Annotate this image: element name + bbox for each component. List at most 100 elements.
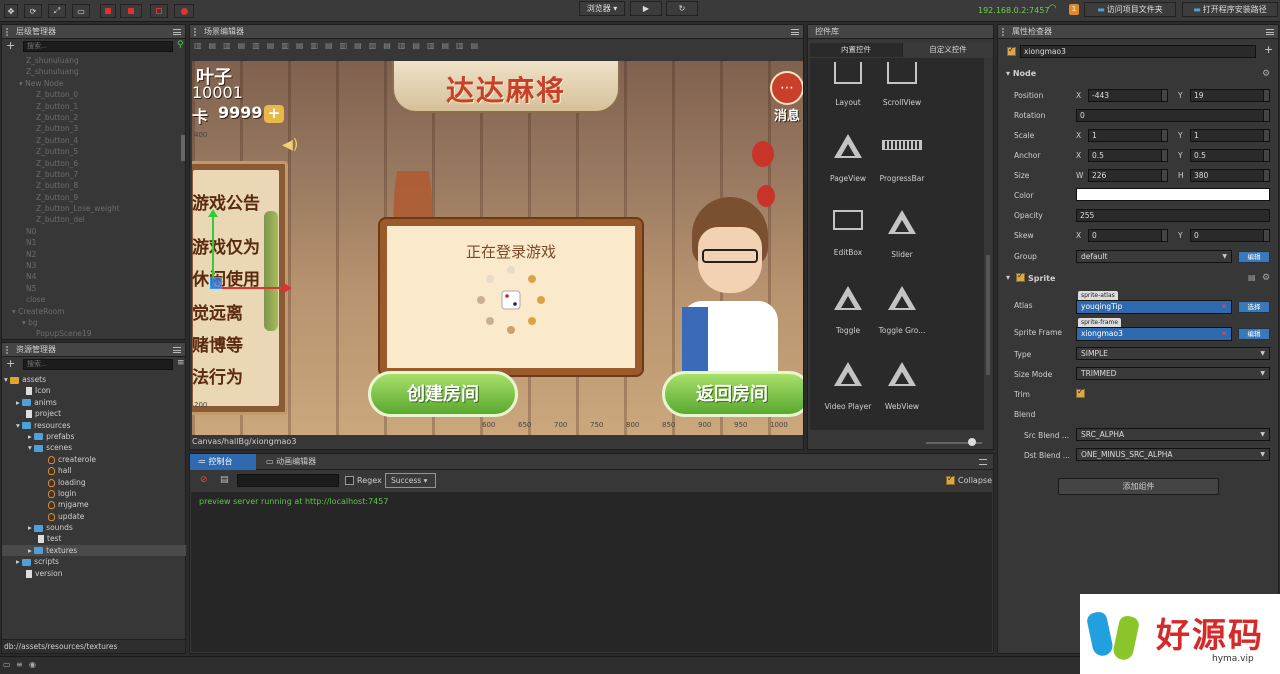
size-mode-select[interactable]: TRIMMED xyxy=(1076,367,1270,380)
tree-item[interactable]: N2 xyxy=(2,249,182,260)
panel-menu-icon[interactable] xyxy=(791,28,799,35)
regex-checkbox[interactable] xyxy=(345,476,354,485)
tree-item[interactable]: hall xyxy=(2,465,186,476)
src-blend-select[interactable]: SRC_ALPHA xyxy=(1076,428,1270,441)
tree-item[interactable]: N4 xyxy=(2,271,182,282)
tree-item[interactable]: Z_button_0 xyxy=(2,89,182,100)
tree-item[interactable]: PopupScene19 xyxy=(2,328,182,339)
node-active-checkbox[interactable] xyxy=(1007,45,1016,56)
layout-icon[interactable]: ▭ xyxy=(3,660,11,669)
tree-item[interactable]: ▾ scenes xyxy=(2,442,186,453)
panel-menu-icon[interactable] xyxy=(173,28,181,35)
panel-menu-icon[interactable] xyxy=(1266,28,1274,35)
tree-item[interactable]: ▸ anims xyxy=(2,397,186,408)
panel-menu-icon[interactable] xyxy=(173,346,181,353)
tree-item[interactable]: Z_button_4 xyxy=(2,135,182,146)
play-button[interactable]: ▶ xyxy=(630,1,662,16)
group-select[interactable]: default xyxy=(1076,250,1232,263)
zoom-slider-handle[interactable] xyxy=(968,438,976,446)
widget-progressbar[interactable]: ProgressBar xyxy=(872,134,932,183)
log-level-select[interactable]: Success ▾ xyxy=(385,473,436,488)
refresh-button[interactable]: ↻ xyxy=(666,1,698,16)
clear-console-icon[interactable]: ⊘ xyxy=(200,475,208,485)
gizmo-arrow-x[interactable] xyxy=(284,283,292,293)
tree-item[interactable]: ▾ CreateRoom xyxy=(2,306,182,317)
add-node-icon[interactable]: + xyxy=(6,39,15,52)
tree-item[interactable]: mjgame xyxy=(2,499,186,510)
position-x-input[interactable]: -443 xyxy=(1088,89,1168,102)
tree-item[interactable]: close xyxy=(2,294,182,305)
hierarchy-search-input[interactable] xyxy=(23,41,173,52)
tree-item[interactable]: createrole xyxy=(2,454,186,465)
position-y-input[interactable]: 19 xyxy=(1190,89,1270,102)
tree-item[interactable]: ▾ assets xyxy=(2,374,186,385)
widgets-scrollbar[interactable] xyxy=(986,255,990,375)
hierarchy-scrollbar[interactable] xyxy=(181,135,185,161)
tree-item[interactable]: ▸ textures xyxy=(2,544,186,557)
tree-item[interactable]: loading xyxy=(2,477,186,488)
record-button[interactable] xyxy=(174,4,194,18)
platform-select[interactable]: 浏览器 ▾ xyxy=(579,1,625,16)
node-section-header[interactable]: ▾ Node xyxy=(1006,69,1036,78)
add-card-button[interactable]: + xyxy=(264,105,284,123)
skew-y-input[interactable]: 0 xyxy=(1190,229,1270,242)
tree-item[interactable]: Z_button_5 xyxy=(2,146,182,157)
tree-item[interactable]: Z_button_9 xyxy=(2,192,182,203)
color-swatch[interactable] xyxy=(1076,188,1270,201)
sprite-frame-asset-field[interactable]: xiongmao3 ✕ xyxy=(1076,327,1232,341)
tree-item[interactable]: Z_shunuluang xyxy=(2,66,182,77)
tree-item[interactable]: ▸ sounds xyxy=(2,522,186,533)
align-button[interactable] xyxy=(150,4,168,18)
book-icon[interactable]: ▤ xyxy=(1248,273,1256,282)
speaker-icon[interactable]: ◀) xyxy=(282,137,298,153)
tab-custom-widgets[interactable]: 自定义控件 xyxy=(902,43,993,57)
widget-togglegroup[interactable]: Toggle Gro... xyxy=(872,286,932,335)
tree-item[interactable]: ▸ scripts xyxy=(2,556,186,567)
tree-item[interactable]: Z_shunuluang xyxy=(2,55,182,66)
size-height-input[interactable]: 380 xyxy=(1190,169,1270,182)
assets-search-input[interactable] xyxy=(23,359,173,370)
add-asset-icon[interactable]: + xyxy=(6,357,15,370)
tree-item[interactable]: ▾ bg xyxy=(2,317,182,328)
tree-item[interactable]: update xyxy=(2,511,186,522)
anchor-x-input[interactable]: 0.5 xyxy=(1088,149,1168,162)
add-icon[interactable]: + xyxy=(1264,43,1273,56)
atlas-pick-button[interactable]: 选择 xyxy=(1238,301,1270,313)
widget-scrollview[interactable]: ScrollView xyxy=(872,62,932,107)
tree-item[interactable]: version xyxy=(2,568,186,579)
tab-console[interactable]: ≔ 控制台 xyxy=(190,454,256,470)
gizmo-center[interactable] xyxy=(210,277,222,289)
rect-tool-button[interactable]: ▭ xyxy=(72,4,90,18)
tab-animation[interactable]: ▭ 动画编辑器 xyxy=(260,454,332,470)
tree-item[interactable]: Z_button_2 xyxy=(2,112,182,123)
tree-item[interactable]: login xyxy=(2,488,186,499)
tree-item[interactable]: Z_button_7 xyxy=(2,169,182,180)
scale-x-input[interactable]: 1 xyxy=(1088,129,1168,142)
opacity-input[interactable]: 255 xyxy=(1076,209,1270,222)
sprite-enabled-checkbox[interactable] xyxy=(1016,271,1025,282)
search-filter-icon[interactable]: ⚲ xyxy=(177,40,184,50)
widget-webview[interactable]: WebView xyxy=(872,362,932,411)
tree-item[interactable]: ▾ New Node xyxy=(2,78,182,89)
sprite-frame-edit-button[interactable]: 编辑 xyxy=(1238,328,1270,340)
pivot-button[interactable] xyxy=(100,4,116,18)
gizmo-arrow-y[interactable] xyxy=(208,209,218,217)
tree-item[interactable]: Z_button_1 xyxy=(2,101,182,112)
group-edit-button[interactable]: 编辑 xyxy=(1238,251,1270,263)
open-install-folder-button[interactable]: ▬ 打开程序安装路径 xyxy=(1182,2,1278,17)
scale-tool-button[interactable]: ⤢ xyxy=(48,4,66,18)
panel-menu-icon[interactable] xyxy=(979,459,987,465)
console-filter-input[interactable] xyxy=(237,474,339,487)
clear-icon[interactable]: ✕ xyxy=(1221,301,1227,313)
tree-item[interactable]: ▾ resources xyxy=(2,420,186,431)
game-viewport[interactable]: 达达麻将 叶子 10001 卡 9999 + ⋯ 消息 ◀) 游戏公告 游戏仅为… xyxy=(192,61,803,435)
skew-x-input[interactable]: 0 xyxy=(1088,229,1168,242)
eye-icon[interactable]: ◉ xyxy=(29,660,36,669)
add-component-button[interactable]: 添加组件 xyxy=(1058,478,1219,495)
open-project-folder-button[interactable]: ▬ 访问项目文件夹 xyxy=(1084,2,1176,17)
tree-item[interactable]: Z_button_8 xyxy=(2,180,182,191)
tree-item[interactable]: ▸ prefabs xyxy=(2,431,186,442)
gizmo-axis-x[interactable] xyxy=(212,287,286,289)
widget-editbox[interactable]: EditBox xyxy=(818,210,878,257)
widget-layout[interactable]: Layout xyxy=(818,62,878,107)
